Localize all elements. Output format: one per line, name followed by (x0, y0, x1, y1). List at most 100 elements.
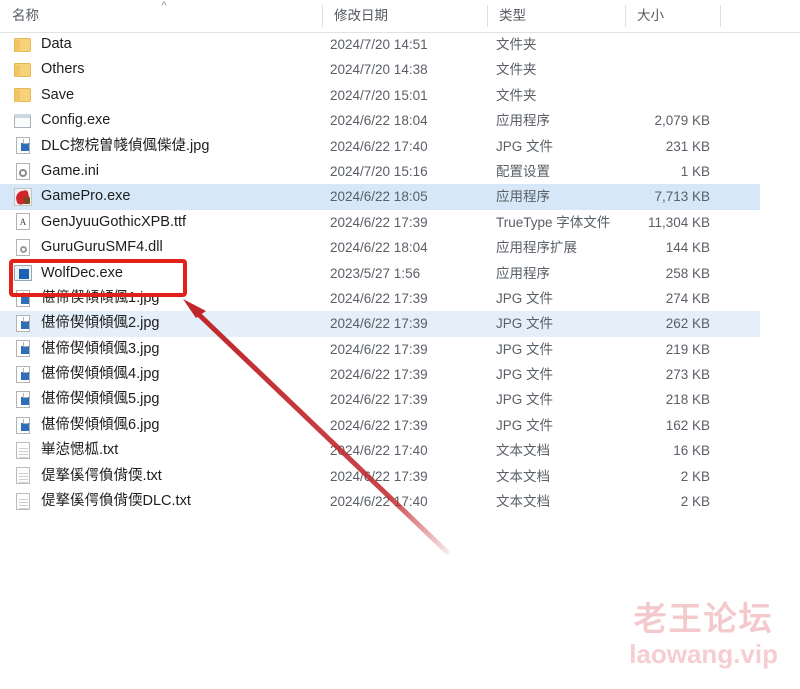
file-name-cell[interactable]: 偡偙偰傾傾偑3.jpg (14, 337, 159, 362)
gamepro-app-icon (14, 188, 32, 207)
file-date-cell: 2024/6/22 17:39 (330, 214, 428, 230)
jpg-image-icon (14, 340, 32, 358)
file-name-cell[interactable]: 崋惉愢柧.txt (14, 438, 118, 463)
file-name-cell[interactable]: 偡偙偰傾傾偑4.jpg (14, 362, 159, 387)
file-type-cell: 文本文档 (496, 443, 550, 459)
file-row[interactable]: 偡偙偰傾傾偑5.jpg 2024/6/22 17:39 JPG 文件 218 KB (0, 387, 760, 412)
file-type-cell: JPG 文件 (496, 392, 554, 408)
jpg-image-icon (14, 416, 32, 435)
file-name-label: GuruGuruSMF4.dll (41, 239, 163, 256)
file-row[interactable]: 崋惉愢柧.txt 2024/6/22 17:40 文本文档 16 KB (0, 438, 760, 463)
file-row[interactable]: 偡偙偰傾傾偑3.jpg 2024/6/22 17:39 JPG 文件 219 KB (0, 337, 760, 362)
file-date-cell: 2024/6/22 17:40 (330, 138, 428, 154)
file-name-label: 偍撉傒偔偩偝偄.txt (41, 467, 162, 484)
file-name-cell[interactable]: Game.ini (14, 159, 99, 184)
file-row[interactable]: A GenJyuuGothicXPB.ttf 2024/6/22 17:39 True… (0, 210, 760, 235)
file-name-label: 偡偙偰傾傾偑3.jpg (41, 340, 160, 357)
jpg-image-icon (14, 314, 32, 333)
file-row[interactable]: 偡偙偰傾傾偑1.jpg 2024/6/22 17:39 JPG 文件 274 KB (0, 286, 760, 311)
file-size-cell: 16 KB (673, 443, 710, 459)
file-date-cell: 2024/6/22 17:39 (330, 417, 428, 433)
file-name-cell[interactable]: Save (14, 83, 74, 108)
file-size-cell: 11,304 KB (647, 214, 710, 230)
file-name-label: Data (41, 36, 72, 52)
file-row[interactable]: Save 2024/7/20 15:01 文件夹 (0, 83, 760, 108)
column-header-size[interactable]: 大小 (625, 0, 720, 32)
file-name-label: Config.exe (41, 112, 111, 129)
file-row[interactable]: Config.exe 2024/6/22 18:04 应用程序 2,079 KB (0, 108, 760, 133)
folder-icon (14, 61, 32, 79)
file-size-cell: 1 KB (680, 163, 710, 179)
file-name-cell[interactable]: 偡偙偰傾傾偑5.jpg (14, 387, 159, 412)
column-header-name[interactable]: 名称 (0, 0, 322, 32)
file-date-cell: 2024/6/22 17:39 (330, 316, 428, 332)
file-date-cell: 2024/7/20 14:38 (330, 62, 428, 78)
file-row[interactable]: Data 2024/7/20 14:51 文件夹 (0, 32, 760, 57)
file-name-label: GenJyuuGothicXPB.ttf (41, 213, 187, 230)
file-size-cell (600, 32, 710, 57)
file-name-cell[interactable]: GamePro.exe (14, 184, 130, 209)
file-date-cell: 2024/7/20 15:16 (330, 163, 428, 179)
file-row[interactable]: GamePro.exe 2024/6/22 18:05 应用程序 7,713 KB (0, 184, 760, 210)
jpg-image-icon (14, 137, 32, 155)
file-row[interactable]: 偍撉傒偔偩偝偄.txt 2024/6/22 17:39 文本文档 2 KB (0, 464, 760, 489)
file-date-cell: 2023/5/27 1:56 (330, 265, 421, 281)
file-name-cell[interactable]: 偡偙偰傾傾偑1.jpg (14, 286, 159, 311)
file-name-cell[interactable]: GuruGuruSMF4.dll (14, 235, 163, 260)
column-header-date-modified[interactable]: 修改日期 (322, 0, 487, 32)
file-name-label: 偍撉傒偔偩偝偄DLC.txt (41, 493, 191, 510)
file-size-cell: 2,079 KB (654, 113, 710, 129)
file-row[interactable]: 偡偙偰傾傾偑6.jpg 2024/6/22 17:39 JPG 文件 162 KB (0, 413, 760, 438)
file-date-cell: 2024/6/22 18:05 (330, 189, 428, 205)
file-type-cell: 应用程序扩展 (496, 240, 577, 256)
column-divider-4[interactable] (720, 5, 721, 27)
text-file-icon (14, 467, 32, 485)
file-date-cell: 2024/6/22 17:40 (330, 443, 428, 459)
file-name-cell[interactable]: 偍撉傒偔偩偝偄DLC.txt (14, 489, 191, 514)
file-name-cell[interactable]: 偍撉傒偔偩偝偄.txt (14, 464, 162, 489)
file-name-cell[interactable]: WolfDec.exe (14, 261, 123, 286)
file-type-cell: JPG 文件 (496, 417, 554, 433)
file-type-cell: JPG 文件 (496, 290, 554, 306)
column-header-bar: ^ 名称 修改日期 类型 大小 (0, 0, 800, 33)
application-window-icon (14, 112, 32, 130)
file-list[interactable]: Data 2024/7/20 14:51 文件夹 Others 2024/7/20 14… (0, 32, 800, 532)
file-size-cell: 273 KB (665, 367, 710, 383)
file-size-cell: 218 KB (665, 392, 710, 408)
file-type-cell: JPG 文件 (496, 367, 554, 383)
file-size-cell: 162 KB (665, 417, 710, 433)
file-name-label: 偡偙偰傾傾偑4.jpg (41, 366, 160, 383)
file-date-cell: 2024/6/22 17:39 (330, 468, 428, 484)
file-row[interactable]: 偡偙偰傾傾偑2.jpg 2024/6/22 17:39 JPG 文件 262 KB (0, 311, 760, 337)
file-name-cell[interactable]: Config.exe (14, 108, 110, 133)
file-row[interactable]: 偡偙偰傾傾偑4.jpg 2024/6/22 17:39 JPG 文件 273 KB (0, 362, 760, 387)
file-name-cell[interactable]: Data (14, 32, 72, 57)
file-type-cell: 应用程序 (496, 265, 550, 281)
file-row[interactable]: DLC揔梡曽帴偵偑偨偼.jpg 2024/6/22 17:40 JPG 文件 231 … (0, 134, 760, 159)
file-row[interactable]: 偍撉傒偔偩偝偄DLC.txt 2024/6/22 17:40 文本文档 2 KB (0, 489, 760, 514)
file-date-cell: 2024/6/22 17:39 (330, 290, 428, 306)
file-row[interactable]: WolfDec.exe 2023/5/27 1:56 应用程序 258 KB (0, 261, 760, 286)
text-file-icon (14, 441, 32, 460)
file-size-cell: 2 KB (680, 494, 710, 510)
file-name-cell[interactable]: DLC揔梡曽帴偵偑偨偼.jpg (14, 134, 209, 159)
file-row[interactable]: Others 2024/7/20 14:38 文件夹 (0, 57, 760, 82)
file-name-label: 偡偙偰傾傾偑2.jpg (41, 315, 160, 332)
file-size-cell: 2 KB (680, 468, 710, 484)
file-date-cell: 2024/6/22 17:39 (330, 367, 428, 383)
watermark-brand: 老王论坛 (633, 599, 774, 638)
dll-library-icon (14, 238, 32, 257)
file-date-cell: 2024/6/22 17:39 (330, 392, 428, 408)
file-type-cell: 文本文档 (496, 494, 550, 510)
file-name-cell[interactable]: A GenJyuuGothicXPB.ttf (14, 210, 186, 235)
file-name-cell[interactable]: Others (14, 57, 85, 82)
file-date-cell: 2024/6/22 18:04 (330, 113, 428, 129)
file-row[interactable]: GuruGuruSMF4.dll 2024/6/22 18:04 应用程序扩展 144… (0, 235, 760, 260)
file-name-cell[interactable]: 偡偙偰傾傾偑2.jpg (14, 311, 159, 336)
file-type-cell: JPG 文件 (496, 316, 554, 332)
file-row[interactable]: Game.ini 2024/7/20 15:16 配置设置 1 KB (0, 159, 760, 184)
file-type-cell: 应用程序 (496, 189, 550, 205)
file-name-label: WolfDec.exe (41, 264, 123, 281)
file-name-cell[interactable]: 偡偙偰傾傾偑6.jpg (14, 413, 159, 438)
column-header-type[interactable]: 类型 (487, 0, 625, 32)
